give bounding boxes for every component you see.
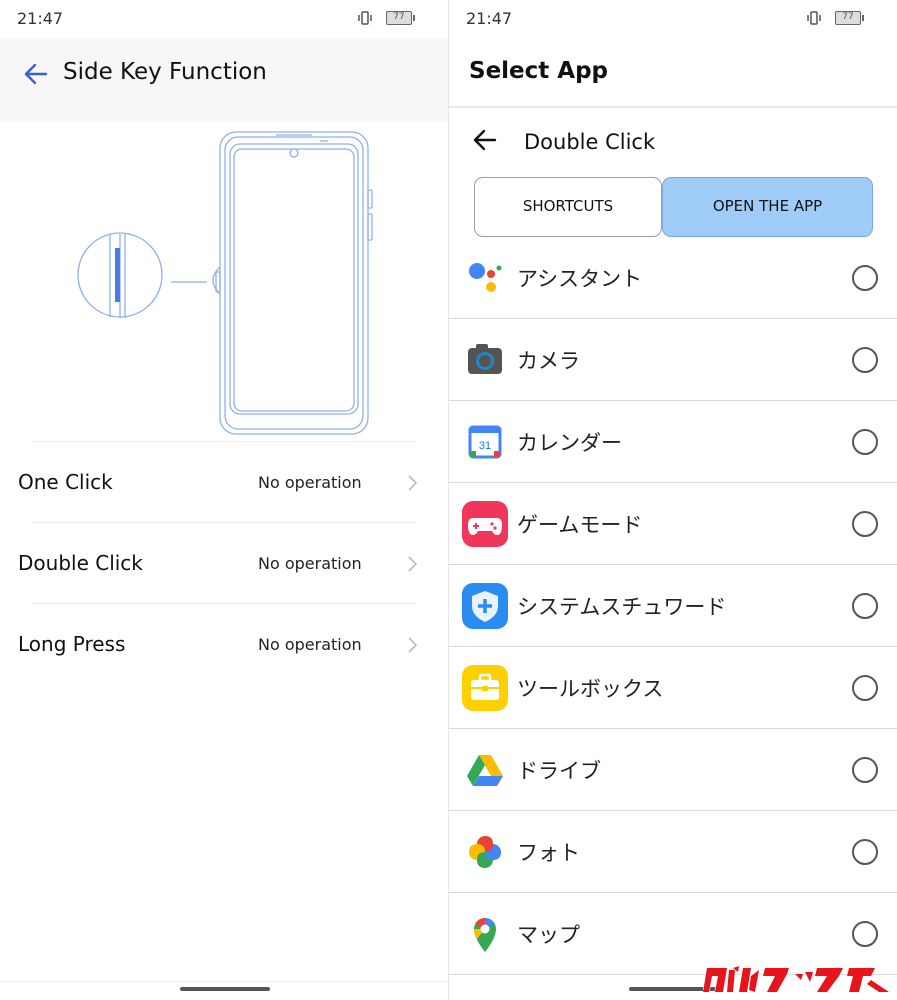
radio-button[interactable] [852, 511, 878, 537]
radio-button[interactable] [852, 675, 878, 701]
list-item-calendar[interactable]: 31 カレンダー [449, 400, 897, 482]
vibrate-icon [807, 11, 821, 25]
list-item-camera[interactable]: カメラ [449, 318, 897, 400]
double-click-label: Double Click [18, 551, 143, 575]
drive-icon [467, 755, 503, 786]
phone-side-key-illustration [77, 131, 373, 435]
long-press-row[interactable]: Long Press No operation [0, 604, 448, 684]
chevron-right-icon [408, 556, 418, 572]
back-arrow-icon[interactable] [22, 60, 50, 88]
double-click-value: No operation [258, 554, 362, 573]
list-item-drive[interactable]: ドライブ [449, 728, 897, 810]
chevron-right-icon [408, 637, 418, 653]
calendar-icon: 31 [468, 425, 502, 459]
list-item-system-steward[interactable]: システムスチュワード [449, 564, 897, 646]
long-press-value: No operation [258, 635, 362, 654]
gesture-nav-bar[interactable] [180, 987, 270, 991]
site-watermark-logo [703, 965, 891, 993]
calendar-date-text: 31 [479, 440, 491, 452]
maps-pin-icon [474, 917, 496, 952]
select-app-screen: 21:47 77 Select App Double Click SHORTCU… [449, 0, 897, 1000]
radio-button[interactable] [852, 593, 878, 619]
app-name: ドライブ [517, 759, 601, 783]
double-click-row[interactable]: Double Click No operation [0, 523, 448, 603]
vibrate-icon [358, 11, 372, 25]
app-bar: Side Key Function [0, 38, 448, 122]
battery-icon: 77 [386, 11, 415, 25]
app-name: ツールボックス [517, 677, 664, 701]
photos-pinwheel-icon [469, 836, 501, 868]
status-time: 21:47 [17, 9, 64, 28]
list-item-game-mode[interactable]: ゲームモード [449, 482, 897, 564]
radio-button[interactable] [852, 429, 878, 455]
status-time: 21:47 [466, 9, 513, 28]
app-name: カレンダー [517, 431, 622, 455]
divider [0, 981, 448, 982]
page-title: Side Key Function [63, 59, 267, 85]
camera-icon [468, 344, 502, 374]
radio-button[interactable] [852, 757, 878, 783]
one-click-value: No operation [258, 473, 362, 492]
long-press-label: Long Press [18, 632, 126, 656]
toolbox-icon [462, 665, 508, 711]
tab-open-the-app[interactable]: OPEN THE APP [662, 177, 873, 237]
radio-button[interactable] [852, 347, 878, 373]
app-name: ゲームモード [517, 513, 643, 537]
list-item-toolbox[interactable]: ツールボックス [449, 646, 897, 728]
status-bar: 21:47 77 [0, 0, 448, 38]
app-name: フォト [517, 841, 580, 865]
tab-shortcuts[interactable]: SHORTCUTS [474, 177, 662, 237]
app-name: カメラ [517, 349, 580, 373]
one-click-row[interactable]: One Click No operation [0, 442, 448, 522]
gamepad-icon [462, 501, 508, 547]
list-item-assistant[interactable]: アシスタント [449, 236, 897, 318]
app-name: システムスチュワード [517, 595, 727, 619]
subheader: Double Click [449, 108, 897, 170]
shield-icon [462, 583, 508, 629]
side-key-function-screen: 21:47 77 Side Key Function One Click No … [0, 0, 448, 1000]
dialog-title: Select App [469, 58, 609, 84]
app-name: アシスタント [517, 267, 643, 291]
subheader-label: Double Click [524, 130, 656, 154]
back-arrow-icon[interactable] [471, 126, 499, 154]
radio-button[interactable] [852, 921, 878, 947]
status-bar: 21:47 77 [449, 0, 897, 38]
radio-button[interactable] [852, 265, 878, 291]
chevron-right-icon [408, 475, 418, 491]
list-item-photos[interactable]: フォト [449, 810, 897, 892]
one-click-label: One Click [18, 470, 113, 494]
battery-icon: 77 [835, 11, 864, 25]
radio-button[interactable] [852, 839, 878, 865]
google-assistant-icon [469, 263, 502, 292]
app-name: マップ [517, 923, 580, 947]
